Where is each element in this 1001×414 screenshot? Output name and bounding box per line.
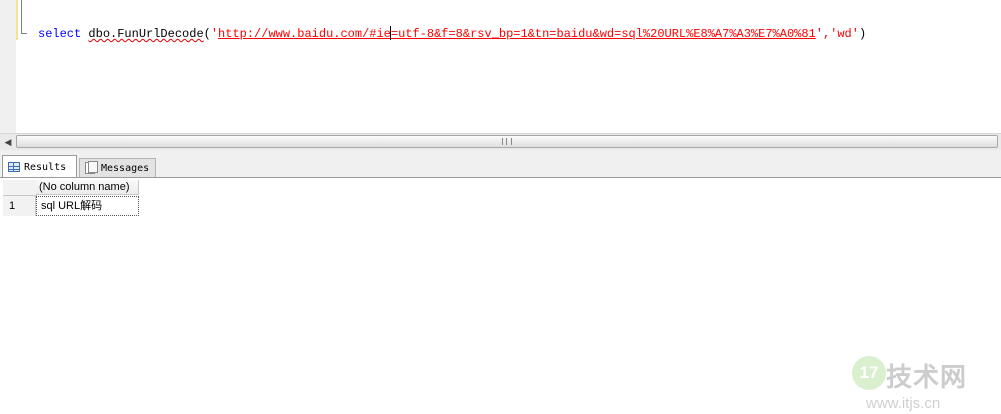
- sql-code-line[interactable]: select dbo.FunUrlDecode('http://www.baid…: [38, 26, 866, 41]
- grip-icon: [502, 138, 512, 145]
- watermark-title: 技术网: [886, 363, 968, 393]
- outline-marker-foot: [21, 33, 27, 34]
- sql-keyword: select: [38, 27, 82, 41]
- function-name: dbo.FunUrlDecode: [88, 27, 204, 41]
- messages-icon: [85, 161, 98, 174]
- url-string-part1: http://www.baidu.com/#ie: [218, 27, 391, 41]
- url-string-part2: =utf-8&f=8&rsv_bp=1&tn=baidu&wd=sql%20UR…: [390, 27, 816, 41]
- tab-messages[interactable]: Messages: [79, 158, 156, 177]
- horizontal-scrollbar[interactable]: ◀: [0, 133, 1001, 150]
- grid-icon: [8, 162, 20, 172]
- watermark-badge: 17: [852, 356, 886, 390]
- open-paren: (: [203, 27, 211, 41]
- change-indicator: [16, 0, 18, 40]
- column-header[interactable]: (No column name): [36, 180, 139, 195]
- tab-results[interactable]: Results: [2, 155, 77, 178]
- scrollbar-thumb[interactable]: [16, 135, 998, 148]
- outline-marker: [21, 0, 22, 34]
- editor-gutter: [0, 0, 16, 133]
- chevron-left-icon[interactable]: ◀: [2, 136, 14, 148]
- result-cell[interactable]: sql URL解码: [36, 196, 139, 216]
- tab-messages-label: Messages: [101, 162, 150, 174]
- results-tabstrip: Results Messages: [0, 150, 1001, 178]
- results-grid[interactable]: (No column name) 1 sql URL解码 17 技术网 www.…: [0, 178, 1001, 412]
- query-editor[interactable]: select dbo.FunUrlDecode('http://www.baid…: [0, 0, 1001, 133]
- close-paren: ): [858, 27, 867, 41]
- row-header[interactable]: 1: [3, 196, 36, 216]
- grid-corner-cell[interactable]: [3, 180, 37, 196]
- watermark-url: www.itjs.cn: [866, 395, 941, 412]
- quote-open: ': [210, 27, 219, 41]
- second-argument: ','wd': [815, 27, 859, 41]
- tab-results-label: Results: [24, 161, 67, 173]
- site-watermark: 17 技术网 www.itjs.cn: [852, 356, 992, 414]
